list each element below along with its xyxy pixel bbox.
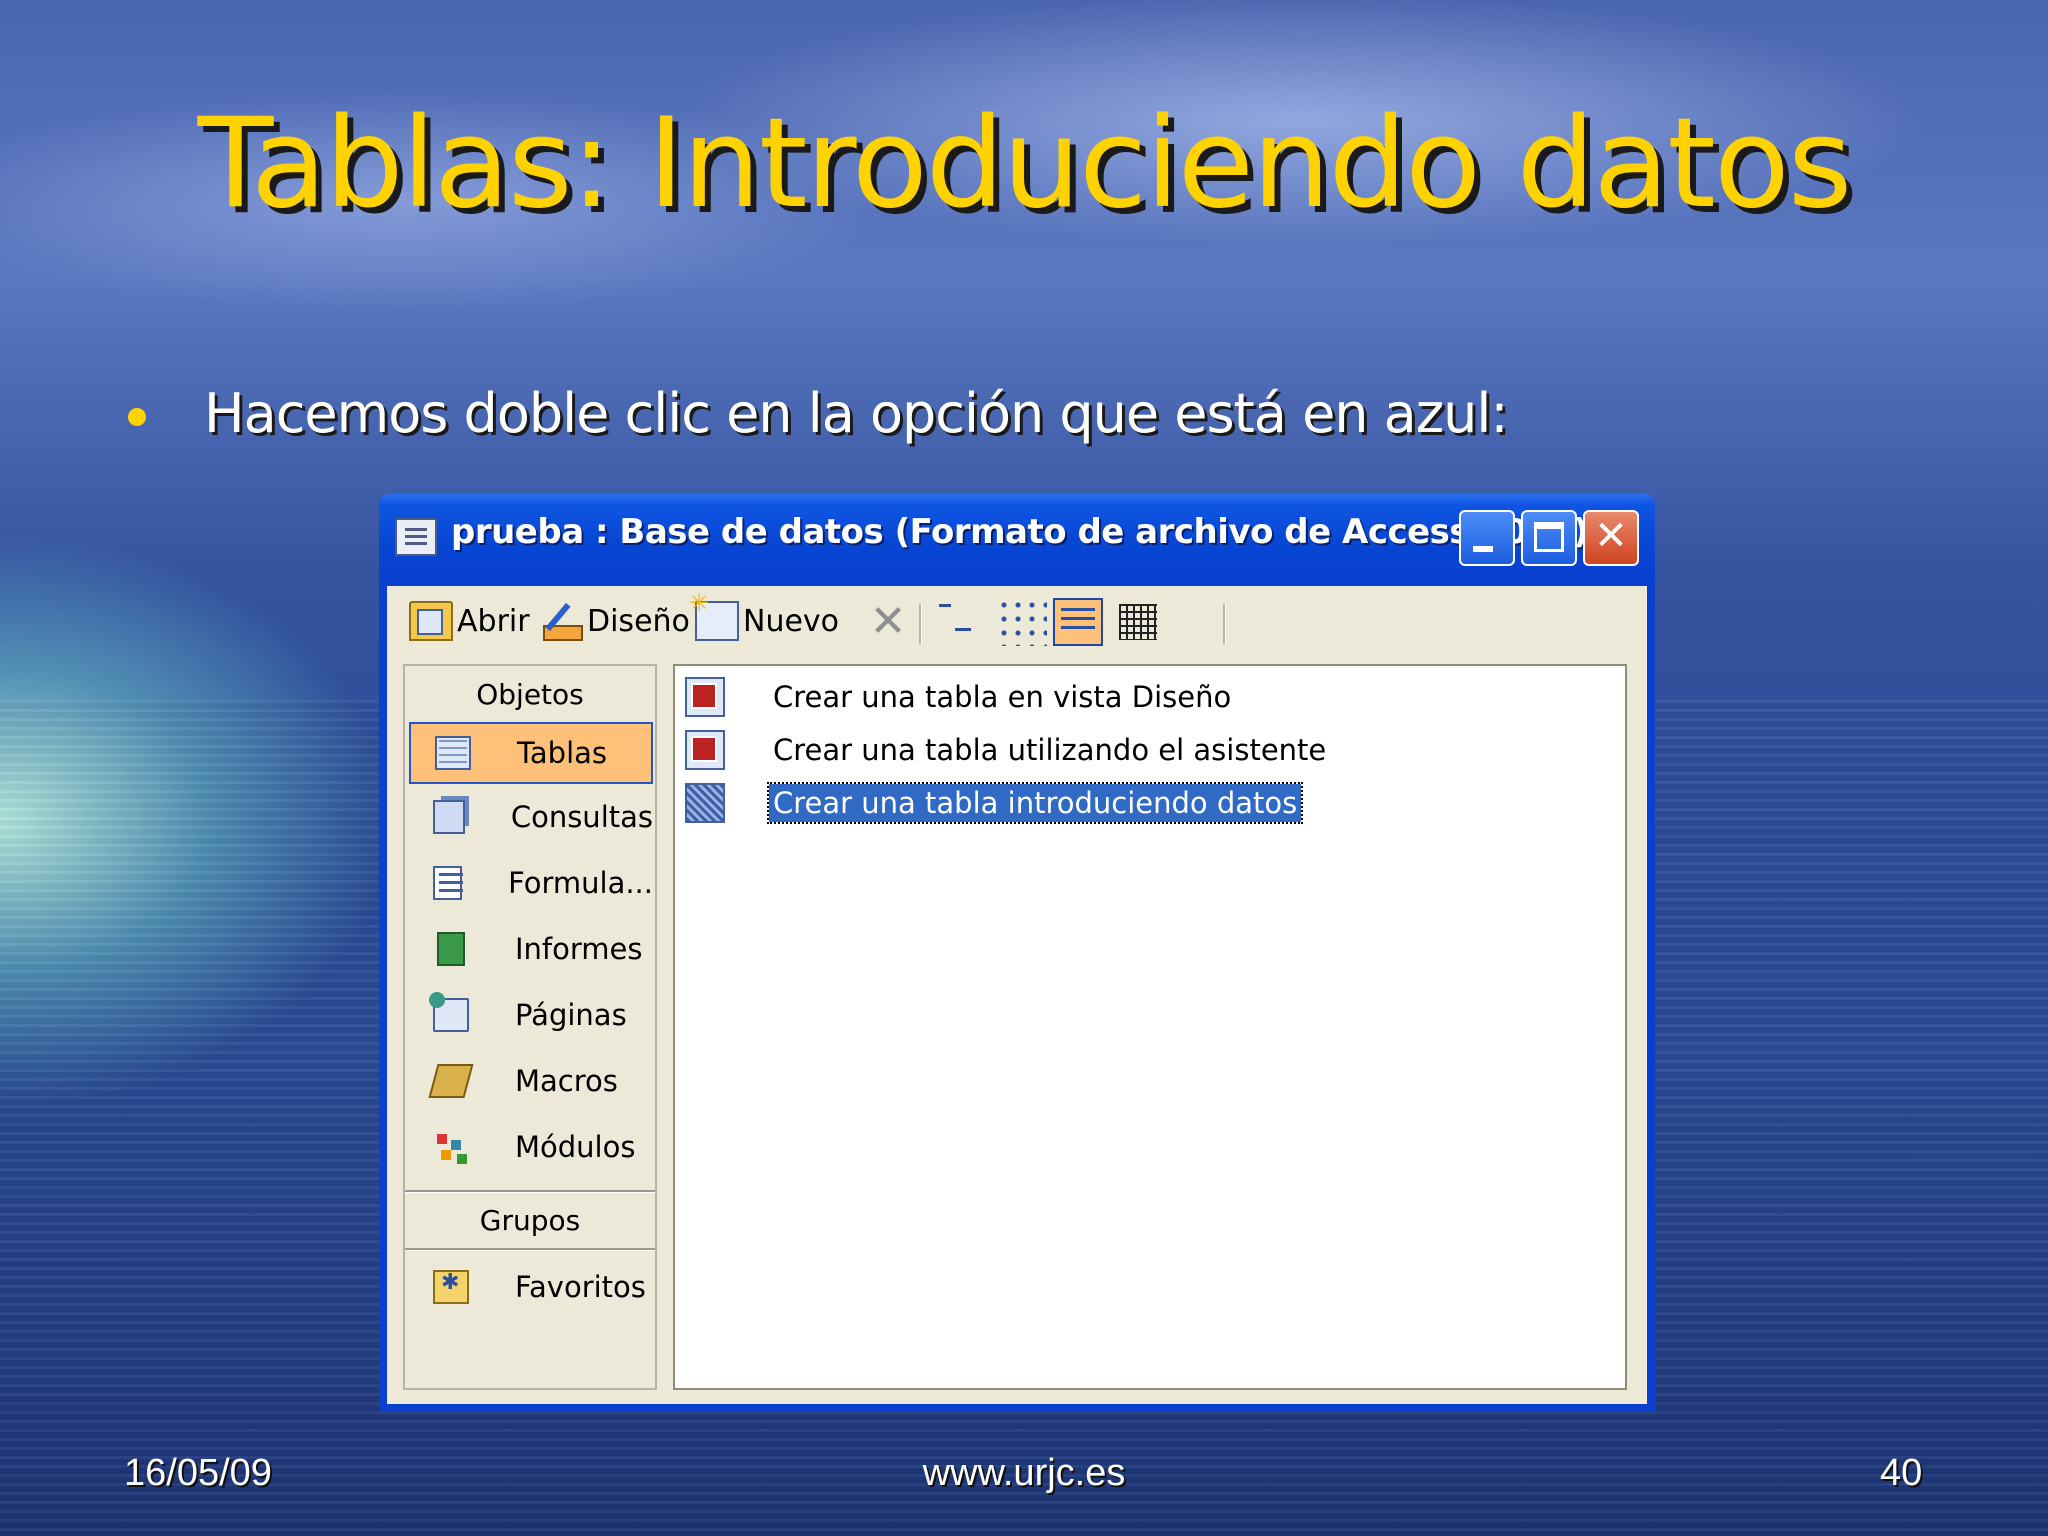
nav-item-tablas[interactable]: Tablas <box>409 722 653 784</box>
objects-list: Crear una tabla en vista Diseño Crear un… <box>673 664 1627 1390</box>
slide-title: Tablas: Introduciendo datos <box>197 92 1853 236</box>
design-icon <box>539 601 583 641</box>
list-item[interactable]: Crear una tabla utilizando el asistente <box>685 725 1326 775</box>
datasheet-table-icon <box>685 783 725 823</box>
table-icon <box>435 736 471 770</box>
nav-item-modulos[interactable]: Módulos <box>409 1116 653 1178</box>
minimize-button[interactable] <box>1459 510 1515 566</box>
delete-icon: ✕ <box>869 596 907 647</box>
minimize-icon <box>1473 546 1493 552</box>
form-icon <box>433 866 464 900</box>
close-button[interactable]: ✕ <box>1583 510 1639 566</box>
maximize-icon <box>1534 522 1564 552</box>
window-titlebar[interactable]: prueba : Base de datos (Formato de archi… <box>379 494 1655 586</box>
footer-url: www.urjc.es <box>922 1452 1126 1494</box>
module-icon <box>433 1130 469 1164</box>
nav-item-macros[interactable]: Macros <box>409 1050 653 1112</box>
open-button[interactable]: Abrir <box>409 594 530 648</box>
bullet-text: Hacemos doble clic en la opción que está… <box>204 382 1509 445</box>
list-view-button[interactable] <box>1053 598 1103 646</box>
objects-pane: Objetos Tablas Consultas Formula... Info… <box>403 664 657 1390</box>
nav-item-formularios[interactable]: Formula... <box>409 852 653 914</box>
nav-item-label: Tablas <box>517 736 608 770</box>
open-icon <box>409 601 453 641</box>
list-item-selected[interactable]: Crear una tabla introduciendo datos <box>685 778 1304 828</box>
nav-item-favoritos[interactable]: Favoritos <box>409 1256 653 1318</box>
wizard-table-icon <box>685 730 725 770</box>
favorites-folder-icon <box>433 1270 469 1304</box>
delete-button[interactable]: ✕ <box>863 598 913 646</box>
new-button[interactable]: Nuevo <box>689 589 840 648</box>
nav-item-label: Informes <box>515 932 643 966</box>
details-view-button[interactable] <box>1113 598 1163 646</box>
nav-item-informes[interactable]: Informes <box>409 918 653 980</box>
toolbar: Abrir Diseño Nuevo ✕ <box>387 586 1647 654</box>
window-body: Abrir Diseño Nuevo ✕ Objetos <box>387 586 1647 1404</box>
nav-item-label: Páginas <box>515 998 627 1032</box>
toolbar-separator <box>919 604 922 644</box>
report-icon <box>437 932 465 966</box>
macro-icon <box>428 1064 474 1098</box>
new-icon <box>689 589 739 641</box>
footer-page-number: 40 <box>1880 1452 1923 1494</box>
pane-divider <box>405 1190 655 1193</box>
database-window: prueba : Base de datos (Formato de archi… <box>379 494 1655 1412</box>
list-item-label: Crear una tabla introduciendo datos <box>766 782 1304 824</box>
list-item[interactable]: Crear una tabla en vista Diseño <box>685 672 1231 722</box>
bullet-dot-icon <box>128 408 146 426</box>
list-item-label: Crear una tabla utilizando el asistente <box>773 733 1327 767</box>
nav-item-label: Módulos <box>515 1130 636 1164</box>
list-item-label: Crear una tabla en vista Diseño <box>773 680 1232 714</box>
objects-header[interactable]: Objetos <box>405 670 655 720</box>
database-window-icon[interactable] <box>395 518 437 556</box>
large-icons-button[interactable] <box>933 598 983 646</box>
window-title: prueba : Base de datos (Formato de archi… <box>451 512 1589 552</box>
design-button[interactable]: Diseño <box>539 594 690 648</box>
nav-item-label: Consultas <box>510 800 653 834</box>
open-label: Abrir <box>457 603 530 639</box>
nav-item-label: Formula... <box>508 866 653 900</box>
new-label: Nuevo <box>743 603 840 639</box>
nav-item-paginas[interactable]: Páginas <box>409 984 653 1046</box>
nav-item-label: Macros <box>515 1064 618 1098</box>
design-label: Diseño <box>587 603 690 639</box>
query-icon <box>433 800 465 834</box>
nav-item-consultas[interactable]: Consultas <box>409 786 653 848</box>
toolbar-separator <box>1223 604 1226 644</box>
pane-divider <box>405 1248 655 1251</box>
small-icons-button[interactable] <box>997 598 1047 646</box>
design-table-icon <box>685 677 725 717</box>
close-icon: ✕ <box>1594 513 1628 559</box>
maximize-button[interactable] <box>1521 510 1577 566</box>
groups-header[interactable]: Grupos <box>405 1196 655 1246</box>
nav-item-label: Favoritos <box>515 1270 646 1304</box>
pages-icon <box>429 992 469 1032</box>
